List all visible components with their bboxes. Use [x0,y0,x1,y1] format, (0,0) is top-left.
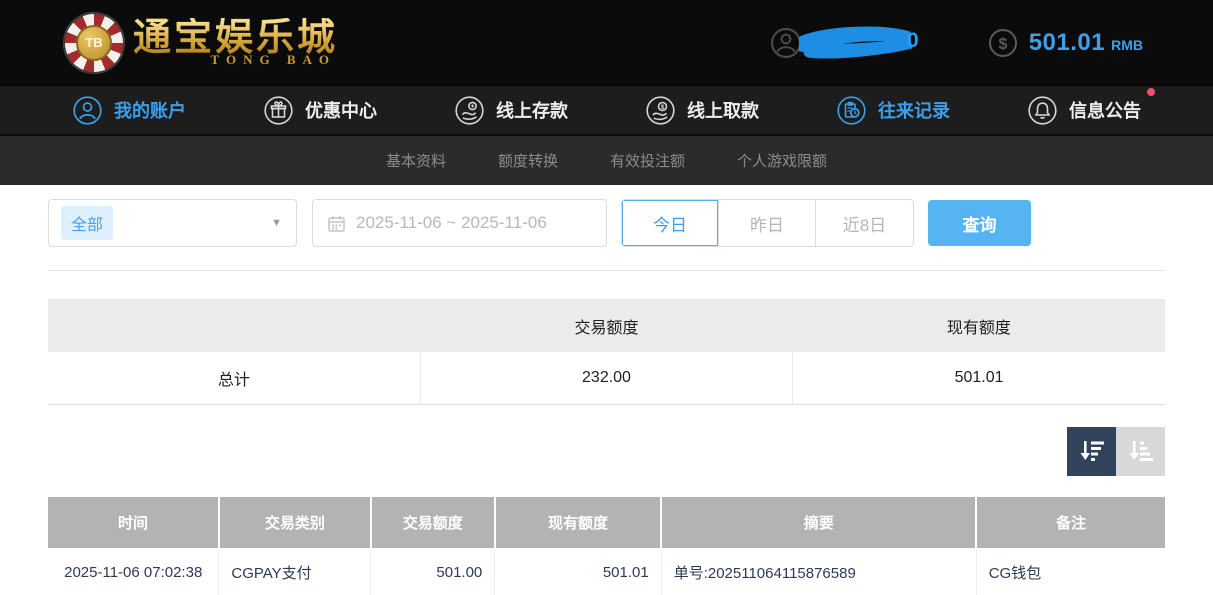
dropdown-selected-value: 全部 [61,206,113,240]
quick-range-button-group: 今日 昨日 近8日 [621,199,914,247]
summary-total-row: 总计 232.00 501.01 [48,352,1165,404]
cell-balance: 501.01 [495,548,661,595]
cell-summary: 单号:202511064115876589 [661,548,976,595]
redacted-username-scribble: 0 [799,25,917,61]
date-range-value: 2025-11-06 ~ 2025-11-06 [356,213,547,233]
col-header-amount: 交易额度 [371,497,495,548]
balance-currency: RMB [1111,33,1143,53]
nav-item-transaction-records[interactable]: 往来记录 [836,95,950,126]
nav-label: 优惠中心 [305,97,377,123]
username-suffix: 0 [907,29,919,53]
subnav-item-game-limits[interactable]: 个人游戏限额 [737,150,827,171]
gift-icon [263,95,294,126]
svg-text:$: $ [661,104,665,111]
summary-header-row: 交易额度 现有额度 [48,299,1165,352]
today-button[interactable]: 今日 [622,200,719,246]
summary-header-empty [48,299,420,352]
col-header-type: 交易类别 [219,497,371,548]
nav-item-announcements[interactable]: 信息公告 [1027,95,1141,126]
summary-total-transaction: 232.00 [420,352,792,404]
nav-item-promotions[interactable]: 优惠中心 [263,95,377,126]
cell-time: 2025-11-06 07:02:38 [48,548,219,595]
chevron-down-icon: ▼ [271,217,282,229]
user-icon [72,95,103,126]
withdraw-icon: $ [645,95,676,126]
site-logo[interactable]: TB 通宝娱乐城 TONG BAO [63,12,338,74]
subnav-item-valid-bets[interactable]: 有效投注额 [610,150,685,171]
nav-item-online-deposit[interactable]: 线上存款 [454,95,568,126]
main-content: 全部 ▼ 2025-11-06 ~ 2025-11-06 今日 昨日 近8日 [0,199,1213,595]
calendar-icon [327,214,346,233]
sub-navigation: 基本资料 额度转换 有效投注额 个人游戏限额 [0,136,1213,185]
last-8-days-button[interactable]: 近8日 [816,200,913,246]
sort-controls [48,427,1165,476]
main-navigation: 我的账户 优惠中心 [0,85,1213,136]
nav-label: 线上存款 [496,97,568,123]
sort-descending-button[interactable] [1067,427,1116,476]
page: TB 通宝娱乐城 TONG BAO 0 [0,0,1213,595]
summary-total-label: 总计 [48,352,420,404]
table-row: 2025-11-06 07:02:38 CGPAY支付 501.00 501.0… [48,548,1165,595]
transaction-records-table: 时间 交易类别 交易额度 现有额度 摘要 备注 2025-11-06 07:02… [48,497,1165,595]
nav-item-my-account[interactable]: 我的账户 [72,95,186,126]
nav-label: 往来记录 [878,97,950,123]
filter-bar: 全部 ▼ 2025-11-06 ~ 2025-11-06 今日 昨日 近8日 [48,199,1165,247]
yesterday-button[interactable]: 昨日 [719,200,816,246]
nav-item-online-withdrawal[interactable]: $ 线上取款 [645,95,759,126]
query-button[interactable]: 查询 [928,200,1031,246]
nav-label: 线上取款 [687,97,759,123]
cell-type: CGPAY支付 [219,548,371,595]
cell-amount: 501.00 [371,548,495,595]
top-header: TB 通宝娱乐城 TONG BAO 0 [0,0,1213,85]
poker-chip-logo-icon: TB [63,12,125,74]
transaction-type-dropdown[interactable]: 全部 ▼ [48,199,297,247]
balance-amount: 501.01 [1029,29,1105,57]
col-header-balance: 现有额度 [495,497,661,548]
sort-ascending-button[interactable] [1116,427,1165,476]
col-header-summary: 摘要 [661,497,976,548]
deposit-icon [454,95,485,126]
summary-header-transaction: 交易额度 [420,299,792,352]
nav-label: 我的账户 [114,97,186,123]
date-range-input[interactable]: 2025-11-06 ~ 2025-11-06 [312,199,607,247]
site-subtitle: TONG BAO [211,52,336,68]
nav-label: 信息公告 [1069,97,1141,123]
svg-text:$: $ [998,36,1007,53]
subnav-item-credit-transfer[interactable]: 额度转换 [498,150,558,171]
col-header-remark: 备注 [976,497,1165,548]
balance-display[interactable]: $ 501.01 RMB [987,27,1143,59]
records-header-row: 时间 交易类别 交易额度 现有额度 摘要 备注 [48,497,1165,548]
chip-label: TB [85,35,102,50]
subnav-item-basic-info[interactable]: 基本资料 [386,150,446,171]
notification-dot [1147,88,1155,96]
cell-remark: CG钱包 [976,548,1165,595]
col-header-time: 时间 [48,497,219,548]
summary-header-balance: 现有额度 [793,299,1165,352]
sort-ascending-icon [1128,439,1154,463]
sort-descending-icon [1079,439,1105,463]
username-display[interactable]: 0 [767,24,917,62]
records-icon [836,95,867,126]
summary-table: 交易额度 现有额度 总计 232.00 501.01 [48,299,1165,405]
section-divider [48,270,1165,271]
bell-icon [1027,95,1058,126]
dollar-icon: $ [987,27,1019,59]
summary-total-balance: 501.01 [793,352,1165,404]
